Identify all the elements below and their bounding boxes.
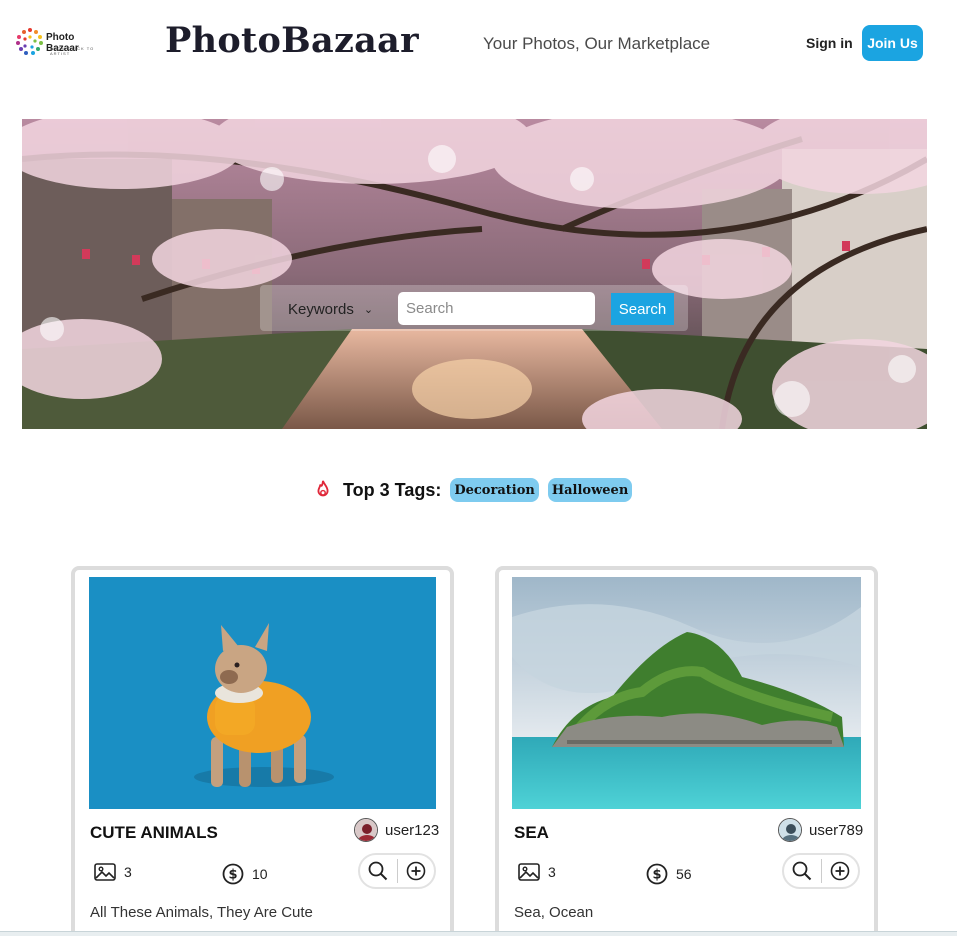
owner-username: user789 bbox=[809, 821, 864, 839]
price-value: 10 bbox=[252, 866, 268, 882]
logo[interactable]: Photo Bazaar FROM CLICK TO ARTIST bbox=[14, 26, 109, 60]
price: $ 56 bbox=[646, 863, 692, 885]
photo-count-value: 3 bbox=[124, 864, 132, 880]
image-icon bbox=[518, 863, 540, 881]
image-icon bbox=[94, 863, 116, 881]
add-button[interactable] bbox=[821, 855, 858, 887]
photo-count-value: 3 bbox=[548, 864, 556, 880]
avatar bbox=[778, 818, 802, 842]
view-button[interactable] bbox=[784, 855, 821, 887]
top-tags-label: Top 3 Tags: bbox=[343, 479, 442, 500]
brand-title: PhotoBazaar bbox=[165, 20, 419, 61]
album-card[interactable]: CUTE ANIMALS user123 3 $ 10 All These An… bbox=[71, 566, 454, 936]
dollar-icon: $ bbox=[646, 863, 668, 885]
site-header: Photo Bazaar FROM CLICK TO ARTIST PhotoB… bbox=[0, 0, 957, 90]
logo-subtitle: FROM CLICK TO ARTIST bbox=[50, 46, 95, 56]
join-us-button[interactable]: Join Us bbox=[862, 25, 923, 61]
album-cover-image[interactable] bbox=[512, 577, 861, 809]
album-title: CUTE ANIMALS bbox=[90, 823, 218, 842]
plus-circle-icon bbox=[830, 861, 850, 881]
owner-username: user123 bbox=[385, 821, 440, 839]
sign-in-link[interactable]: Sign in bbox=[806, 35, 853, 51]
bottom-edge bbox=[0, 931, 957, 936]
add-button[interactable] bbox=[397, 855, 434, 887]
tag-decoration[interactable]: Decoration bbox=[450, 478, 539, 502]
logo-mark-icon bbox=[16, 28, 43, 55]
search-icon bbox=[368, 861, 388, 881]
avatar bbox=[354, 818, 378, 842]
island-photo bbox=[512, 577, 861, 809]
dollar-icon: $ bbox=[222, 863, 244, 885]
svg-text:$: $ bbox=[228, 868, 237, 883]
price: $ 10 bbox=[222, 863, 268, 885]
search-button[interactable]: Search bbox=[611, 293, 674, 325]
album-owner[interactable]: user789 bbox=[778, 818, 863, 842]
search-icon bbox=[792, 861, 812, 881]
view-button[interactable] bbox=[360, 855, 397, 887]
album-owner[interactable]: user123 bbox=[354, 818, 439, 842]
album-title: SEA bbox=[514, 823, 549, 842]
svg-text:$: $ bbox=[652, 868, 661, 883]
album-card[interactable]: SEA user789 3 $ 56 Sea, Ocean bbox=[495, 566, 878, 936]
plus-circle-icon bbox=[406, 861, 426, 881]
album-cover-image[interactable] bbox=[89, 577, 436, 809]
chevron-down-icon: ⌄ bbox=[363, 303, 374, 316]
fire-icon bbox=[317, 480, 329, 497]
hero-banner bbox=[22, 119, 927, 429]
tagline: Your Photos, Our Marketplace bbox=[483, 34, 711, 53]
album-description: All These Animals, They Are Cute bbox=[90, 904, 313, 921]
dog-photo bbox=[89, 577, 436, 809]
album-description: Sea, Ocean bbox=[514, 904, 594, 921]
photo-count: 3 bbox=[518, 863, 556, 881]
keywords-select-value: Keywords bbox=[288, 300, 354, 318]
search-input[interactable] bbox=[398, 292, 595, 325]
top-tags: Top 3 Tags: Decoration Halloween bbox=[312, 476, 641, 504]
keywords-select[interactable]: Keywords ⌄ bbox=[288, 293, 384, 325]
card-actions bbox=[358, 853, 436, 889]
photo-count: 3 bbox=[94, 863, 132, 881]
card-actions bbox=[782, 853, 860, 889]
price-value: 56 bbox=[676, 866, 692, 882]
tag-halloween[interactable]: Halloween bbox=[547, 478, 633, 502]
hero-image bbox=[22, 119, 927, 429]
